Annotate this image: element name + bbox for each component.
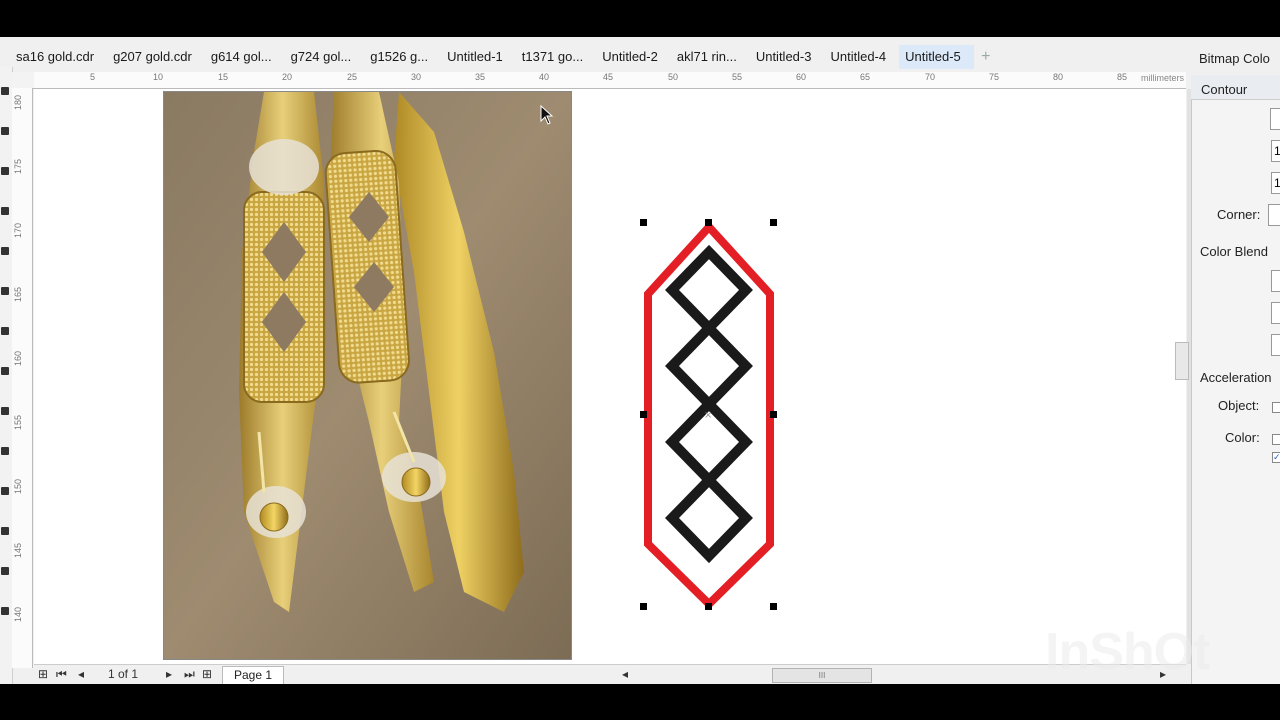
ruler-tick-label: 140 bbox=[13, 606, 23, 622]
coreldraw-window: sa16 gold.cdr g207 gold.cdr g614 gol... … bbox=[0, 37, 1280, 684]
ruler-tick-label: 30 bbox=[411, 72, 422, 82]
contour-type-button[interactable] bbox=[1270, 108, 1280, 130]
center-marker-icon: × bbox=[704, 410, 712, 421]
object-acceleration-slider[interactable] bbox=[1272, 402, 1280, 413]
next-page-icon[interactable]: ▸ bbox=[166, 667, 172, 681]
acceleration-label: Acceleration bbox=[1200, 370, 1272, 385]
parallel-dimension-tool-icon[interactable] bbox=[1, 447, 9, 455]
doc-tab[interactable]: g1526 g... bbox=[364, 45, 441, 69]
ruler-tick-label: 165 bbox=[13, 286, 23, 302]
vertical-scroll-thumb[interactable] bbox=[1175, 342, 1189, 380]
ruler-tick-label: 150 bbox=[13, 478, 23, 494]
fill-tool-icon[interactable] bbox=[1, 607, 9, 615]
steps-field[interactable]: 1 bbox=[1271, 140, 1280, 162]
ruler-tick-label: 10 bbox=[153, 72, 164, 82]
pick-tool-icon[interactable] bbox=[1, 87, 9, 95]
crop-tool-icon[interactable] bbox=[1, 167, 9, 175]
doc-tab-active[interactable]: Untitled-5 bbox=[899, 45, 974, 69]
scroll-left-icon[interactable]: ◂ bbox=[622, 667, 628, 681]
ellipse-tool-icon[interactable] bbox=[1, 327, 9, 335]
polygon-tool-icon[interactable] bbox=[1, 367, 9, 375]
doc-tab[interactable]: akl71 rin... bbox=[671, 45, 750, 69]
bangle-photo-graphic bbox=[164, 92, 571, 659]
horizontal-scroll-thumb[interactable]: III bbox=[772, 668, 872, 683]
ruler-tick-label: 180 bbox=[13, 94, 23, 110]
ruler-origin-icon[interactable] bbox=[12, 72, 35, 89]
zoom-tool-icon[interactable] bbox=[1, 207, 9, 215]
last-page-icon[interactable]: ⏭ bbox=[184, 667, 195, 682]
ruler-tick-label: 40 bbox=[539, 72, 550, 82]
watermark-logo: InShOt bbox=[1045, 623, 1210, 681]
ruler-tick-label: 160 bbox=[13, 350, 23, 366]
corner-label: Corner: bbox=[1217, 207, 1261, 222]
fill-color-picker[interactable] bbox=[1271, 334, 1280, 356]
ruler-tick-label: 50 bbox=[668, 72, 679, 82]
first-page-icon[interactable]: ⏮ bbox=[56, 667, 67, 682]
add-tab-button[interactable]: + bbox=[974, 45, 998, 69]
mouse-cursor-icon bbox=[540, 105, 554, 125]
object-acceleration-label: Object: bbox=[1218, 398, 1260, 413]
document-tabs: sa16 gold.cdr g207 gold.cdr g614 gol... … bbox=[10, 45, 1185, 69]
ruler-tick-label: 145 bbox=[13, 542, 23, 558]
doc-tab[interactable]: Untitled-3 bbox=[750, 45, 825, 69]
color-acceleration-label: Color: bbox=[1225, 430, 1260, 445]
doc-tab[interactable]: Untitled-2 bbox=[596, 45, 671, 69]
contour-docker: 1 1 Corner: Color Blend Acceleration Obj… bbox=[1191, 100, 1280, 684]
drawing-canvas[interactable]: × bbox=[34, 89, 1186, 664]
doc-tab[interactable]: g724 gol... bbox=[285, 45, 365, 69]
ruler-unit-label: millimeters bbox=[1140, 73, 1184, 83]
ruler-tick-label: 60 bbox=[796, 72, 807, 82]
rectangle-tool-icon[interactable] bbox=[1, 287, 9, 295]
doc-tab[interactable]: t1371 go... bbox=[516, 45, 596, 69]
bangle-reference-photo[interactable] bbox=[163, 91, 572, 660]
ruler-tick-label: 15 bbox=[218, 72, 229, 82]
docker-title: Contour bbox=[1201, 82, 1248, 97]
vertical-ruler[interactable]: 180 175 170 165 160 155 150 145 140 bbox=[12, 88, 33, 668]
add-page-icon[interactable]: ⊞ bbox=[202, 667, 212, 681]
color-acceleration-slider[interactable] bbox=[1272, 434, 1280, 445]
ruler-tick-label: 20 bbox=[282, 72, 293, 82]
ruler-tick-label: 25 bbox=[347, 72, 358, 82]
contour-design[interactable]: × bbox=[634, 214, 784, 614]
prev-page-icon[interactable]: ◂ bbox=[78, 667, 84, 681]
doc-tab[interactable]: Untitled-1 bbox=[441, 45, 516, 69]
ruler-tick-label: 85 bbox=[1117, 72, 1128, 82]
page-navigator: ⊞ ⏮ ◂ 1 of 1 ▸ ⏭ ⊞ Page 1 ◂ III ▸ bbox=[34, 664, 1186, 684]
offset-field[interactable]: 1 bbox=[1271, 172, 1280, 194]
color-blend-label: Color Blend bbox=[1200, 244, 1268, 259]
ruler-tick-label: 55 bbox=[732, 72, 743, 82]
eyedropper-tool-icon[interactable] bbox=[1, 567, 9, 575]
ruler-tick-label: 80 bbox=[1053, 72, 1064, 82]
color-blend-button[interactable] bbox=[1271, 270, 1280, 292]
shape-tool-icon[interactable] bbox=[1, 127, 9, 135]
ruler-tick-label: 175 bbox=[13, 158, 23, 174]
diamond-chain[interactable] bbox=[665, 244, 753, 564]
ruler-tick-label: 155 bbox=[13, 414, 23, 430]
ruler-tick-label: 5 bbox=[90, 72, 96, 82]
outline-color-picker[interactable] bbox=[1271, 302, 1280, 324]
ruler-tick-label: 65 bbox=[860, 72, 871, 82]
corner-dropdown[interactable] bbox=[1268, 204, 1280, 226]
doc-tab[interactable]: sa16 gold.cdr bbox=[10, 45, 107, 69]
page-count: 1 of 1 bbox=[108, 667, 139, 681]
ruler-tick-label: 75 bbox=[989, 72, 1000, 82]
doc-tab[interactable]: g207 gold.cdr bbox=[107, 45, 205, 69]
insert-page-icon[interactable]: ⊞ bbox=[38, 667, 48, 681]
connector-tool-icon[interactable] bbox=[1, 487, 9, 495]
link-acceleration-checkbox[interactable]: ✓ bbox=[1272, 452, 1280, 463]
doc-tab[interactable]: g614 gol... bbox=[205, 45, 285, 69]
ruler-tick-label: 70 bbox=[925, 72, 936, 82]
ruler-tick-label: 45 bbox=[603, 72, 614, 82]
contour-docker-header: Contour bbox=[1191, 75, 1280, 100]
docker-tab-bitmap-color[interactable]: Bitmap Colo bbox=[1199, 51, 1270, 66]
ruler-tick-label: 170 bbox=[13, 222, 23, 238]
text-tool-icon[interactable] bbox=[1, 407, 9, 415]
page-tab[interactable]: Page 1 bbox=[222, 666, 284, 684]
freehand-tool-icon[interactable] bbox=[1, 247, 9, 255]
doc-tab[interactable]: Untitled-4 bbox=[824, 45, 899, 69]
horizontal-ruler[interactable]: 5 10 15 20 25 30 35 40 45 50 55 60 65 70… bbox=[34, 72, 1186, 89]
blend-tool-icon[interactable] bbox=[1, 527, 9, 535]
ruler-tick-label: 35 bbox=[475, 72, 486, 82]
